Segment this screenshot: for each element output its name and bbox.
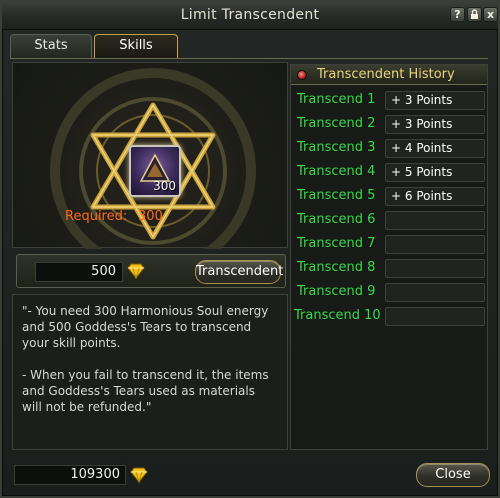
item-count: 300 (153, 179, 176, 193)
history-row-label: Transcend 6 (297, 212, 376, 227)
history-row: Transcend 2 + 3 Points (291, 114, 487, 136)
close-icon: x (486, 8, 495, 21)
tab-stats[interactable]: Stats (10, 34, 92, 58)
history-row-value (385, 235, 485, 254)
transcendent-history-panel: Transcendent History Transcend 1 + 3 Poi… (290, 64, 488, 450)
history-row: Transcend 8 (291, 258, 487, 280)
description-text: "- You need 300 Harmonious Soul energy a… (12, 294, 288, 450)
close-button[interactable]: Close (416, 463, 490, 487)
transcend-emblem-panel: 300 Required: 300 (12, 62, 288, 249)
close-x-button[interactable]: x (483, 7, 498, 22)
cost-amount-field: 500 (35, 262, 123, 282)
history-row-value (385, 307, 485, 326)
close-button-label: Close (435, 467, 471, 482)
history-row: Transcend 1 + 3 Points (291, 90, 487, 112)
history-row: Transcend 4 + 5 Points (291, 162, 487, 184)
lock-button[interactable] (467, 7, 482, 22)
history-row: Transcend 10 (291, 306, 487, 328)
history-row: Transcend 5 + 6 Points (291, 186, 487, 208)
history-row: Transcend 9 (291, 282, 487, 304)
history-row-value: + 3 Points (385, 91, 485, 110)
history-title: Transcendent History (317, 67, 455, 82)
history-row-label: Transcend 4 (297, 164, 376, 179)
history-row-label: Transcend 9 (297, 284, 376, 299)
history-row-label: Transcend 7 (297, 236, 376, 251)
required-label: Required: (65, 209, 128, 224)
history-row-value (385, 211, 485, 230)
history-row-value: + 3 Points (385, 115, 485, 134)
title-bar[interactable]: Limit Transcendent ? x (2, 2, 498, 30)
tab-skills-label: Skills (119, 38, 153, 53)
required-value: 300 (138, 209, 163, 224)
help-button[interactable]: ? (450, 7, 465, 22)
history-row-value (385, 283, 485, 302)
gem-icon (130, 467, 148, 483)
history-row-label: Transcend 2 (297, 116, 376, 131)
limit-transcendent-window: Limit Transcendent ? x Stats Skills 300 … (0, 0, 500, 498)
history-bullet-icon (297, 70, 307, 80)
history-row-label: Transcend 8 (297, 260, 376, 275)
history-row-value: + 5 Points (385, 163, 485, 182)
history-row: Transcend 6 (291, 210, 487, 232)
balance-field: 109300 (14, 465, 126, 485)
transcendent-button[interactable]: Transcendent (195, 260, 284, 284)
history-row-label: Transcend 1 (297, 92, 376, 107)
transcendent-button-label: Transcendent (196, 264, 284, 279)
history-row-label: Transcend 3 (297, 140, 376, 155)
cost-bar: 500 Transcendent (16, 254, 286, 288)
history-row-value: + 4 Points (385, 139, 485, 158)
history-row: Transcend 7 (291, 234, 487, 256)
history-row-value: + 6 Points (385, 187, 485, 206)
history-row-label: Transcend 10 (294, 308, 381, 323)
tab-divider (10, 58, 488, 59)
history-row-value (385, 259, 485, 278)
soul-energy-item-slot[interactable]: 300 (129, 145, 181, 197)
help-icon: ? (454, 8, 461, 21)
lock-icon (471, 9, 478, 19)
history-row-label: Transcend 5 (297, 188, 376, 203)
gem-icon (127, 263, 145, 279)
history-header: Transcendent History (291, 65, 487, 85)
window-title: Limit Transcendent (180, 7, 320, 23)
history-row: Transcend 3 + 4 Points (291, 138, 487, 160)
tab-stats-label: Stats (34, 38, 68, 53)
tab-skills[interactable]: Skills (94, 34, 178, 58)
